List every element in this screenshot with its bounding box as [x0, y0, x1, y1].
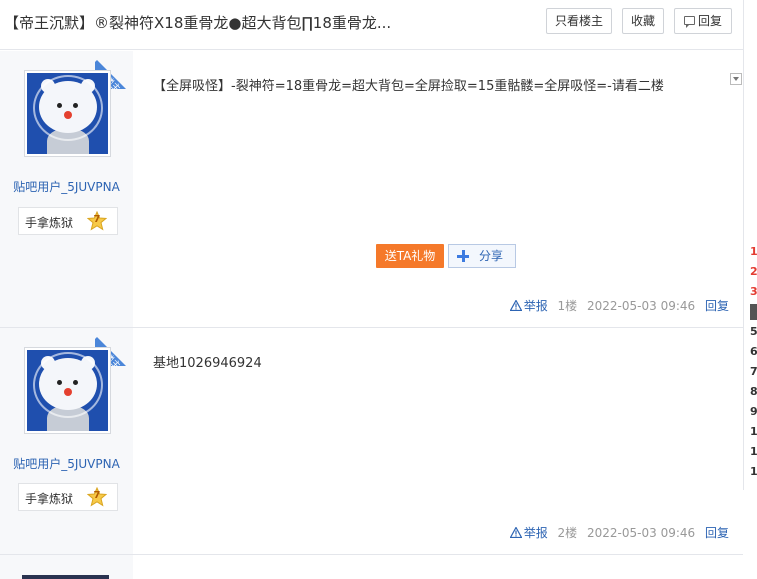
thread-page: { "header": { "title": "【帝王沉默】®裂神符Ⅹ18重骨龙…	[0, 0, 757, 579]
author-column	[0, 555, 133, 579]
floor-number: 2楼	[557, 526, 578, 540]
polar-bear-astronaut-avatar	[27, 350, 108, 431]
report-label: 举报	[523, 299, 548, 313]
post-time: 2022-05-03 09:46	[587, 526, 696, 540]
level-star-icon: 7	[86, 486, 108, 507]
floor-nav-item-current[interactable]: 4	[750, 304, 757, 320]
send-gift-button[interactable]: 送TA礼物	[376, 244, 444, 268]
warning-icon	[509, 300, 522, 311]
post-content: 基地1026946924	[153, 356, 262, 371]
floor-nav-item[interactable]: 3	[750, 284, 757, 300]
post-tail: 举报 2楼 2022-05-03 09:46 回复	[504, 524, 729, 541]
floor-nav-item[interactable]: 5	[750, 324, 757, 340]
louzhu-only-button[interactable]: 只看楼主	[546, 8, 612, 34]
avatar[interactable]	[24, 70, 111, 157]
badge-name: 手拿炼狱	[25, 216, 74, 230]
reply-button-label: 回复	[697, 14, 722, 28]
floor-nav-item[interactable]: 9	[750, 404, 757, 420]
floor-nav-item[interactable]: 8	[750, 384, 757, 400]
floor-nav-item[interactable]: 1	[750, 244, 757, 260]
floor-nav-item[interactable]: 6	[750, 344, 757, 360]
warning-icon	[509, 527, 522, 538]
badge-level: 7	[93, 490, 101, 501]
favorite-button[interactable]: 收藏	[622, 8, 664, 34]
floor-nav-item[interactable]: 12	[750, 464, 757, 480]
post: 楼主 贴吧用户_5JUVPNA 手拿炼狱 7 【全屏吸怪】-裂神符=18重骨龙=…	[0, 51, 743, 328]
thread-title: 【帝王沉默】®裂神符Ⅹ18重骨龙●超大背包∏18重骨龙...	[4, 14, 392, 32]
report-link[interactable]: 举报	[509, 524, 548, 541]
post-time: 2022-05-03 09:46	[587, 299, 696, 313]
report-label: 举报	[523, 526, 548, 540]
floor-nav-item[interactable]: 7	[750, 364, 757, 380]
username[interactable]: 贴吧用户_5JUVPNA	[4, 455, 129, 472]
post-content: 【全屏吸怪】-裂神符=18重骨龙=超大背包=全屏捡取=15重骷髅=全屏吸怪=-请…	[153, 79, 664, 94]
username[interactable]: 贴吧用户_5JUVPNA	[4, 178, 129, 195]
badge-level: 7	[93, 214, 101, 225]
floor-nav-item[interactable]: 11	[750, 444, 757, 460]
report-link[interactable]: 举报	[509, 297, 548, 314]
post	[0, 555, 743, 579]
badge-name: 手拿炼狱	[25, 492, 74, 506]
reply-button[interactable]: 回复	[674, 8, 732, 34]
avatar[interactable]	[22, 575, 109, 579]
floor-nav-item[interactable]: 2	[750, 264, 757, 280]
reply-link[interactable]: 回复	[705, 524, 729, 541]
member-badge[interactable]: 手拿炼狱 7	[18, 483, 118, 511]
floor-nav-item[interactable]: 10	[750, 424, 757, 440]
right-rail-bottom	[743, 490, 757, 579]
post: 楼主 贴吧用户_5JUVPNA 手拿炼狱 7 基地1026946924 举报 2…	[0, 328, 743, 555]
author-column: 楼主 贴吧用户_5JUVPNA 手拿炼狱 7	[0, 328, 133, 554]
thread-header: 【帝王沉默】®裂神符Ⅹ18重骨龙●超大背包∏18重骨龙... 只看楼主 收藏 回…	[0, 0, 743, 50]
share-label: 分享	[479, 249, 504, 263]
plus-icon	[457, 250, 469, 262]
comment-icon	[684, 16, 695, 28]
floor-number: 1楼	[557, 299, 578, 313]
reply-link[interactable]: 回复	[705, 297, 729, 314]
polar-bear-astronaut-avatar	[27, 73, 108, 154]
level-star-icon: 7	[86, 210, 108, 231]
share-button[interactable]: 分享	[448, 244, 516, 268]
post-tail: 举报 1楼 2022-05-03 09:46 回复	[504, 297, 729, 314]
post-menu-dropdown-icon[interactable]	[730, 73, 742, 85]
author-column: 楼主 贴吧用户_5JUVPNA 手拿炼狱 7	[0, 51, 133, 327]
member-badge[interactable]: 手拿炼狱 7	[18, 207, 118, 235]
avatar[interactable]	[24, 347, 111, 434]
